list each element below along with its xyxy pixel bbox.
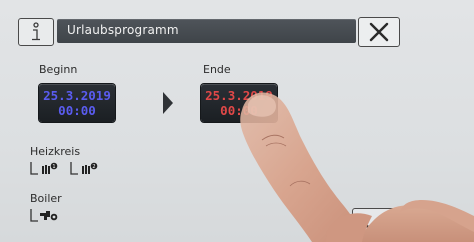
- end-time-value: 00:00: [220, 103, 258, 118]
- end-label: Ende: [203, 63, 231, 76]
- end-datetime-field[interactable]: 25.3.2019 00:00: [201, 84, 277, 122]
- arrow-right-icon: [163, 92, 173, 114]
- boiler-label: Boiler: [30, 192, 62, 205]
- begin-date-value: 25.3.2019: [43, 88, 111, 103]
- boiler-row: [30, 207, 60, 223]
- begin-datetime-field[interactable]: 25.3.2019 00:00: [39, 84, 115, 122]
- end-date-value: 25.3.2019: [205, 88, 273, 103]
- heating-circuit-row: 1 2: [30, 160, 100, 176]
- page-title: Urlaubsprogramm: [67, 23, 179, 37]
- holiday-program-screen: Urlaubsprogramm Beginn Ende 25.3.2019 00…: [0, 0, 474, 242]
- boiler-tap-icon[interactable]: [30, 207, 60, 223]
- begin-label: Beginn: [39, 63, 78, 76]
- info-button[interactable]: [18, 18, 54, 46]
- heating-circuit-2-icon[interactable]: 2: [70, 160, 100, 176]
- close-x-icon: [369, 22, 389, 42]
- begin-time-value: 00:00: [58, 103, 96, 118]
- heating-circuit-label: Heizkreis: [30, 145, 81, 158]
- info-icon: [32, 22, 40, 41]
- confirm-button[interactable]: [352, 208, 398, 240]
- checkmark-icon: [364, 215, 386, 233]
- svg-text:2: 2: [92, 164, 95, 170]
- heating-circuit-1-icon[interactable]: 1: [30, 160, 60, 176]
- close-button[interactable]: [358, 17, 400, 47]
- svg-text:1: 1: [52, 164, 55, 170]
- title-bar: Urlaubsprogramm: [57, 19, 356, 43]
